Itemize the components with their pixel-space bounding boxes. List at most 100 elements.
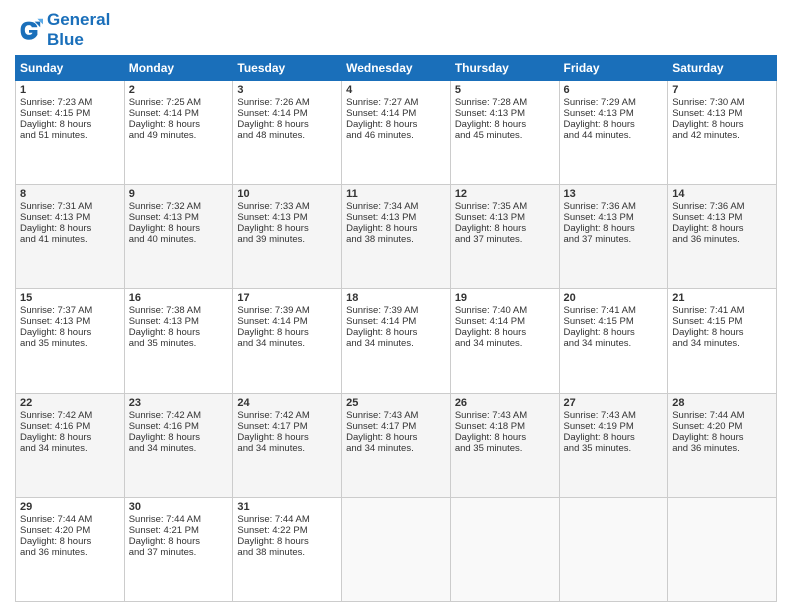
day-info-line: and 46 minutes. [346, 130, 446, 141]
logo-text: General Blue [47, 10, 110, 49]
weekday-header: Tuesday [233, 56, 342, 81]
day-number: 17 [237, 292, 337, 304]
day-info-line: Daylight: 8 hours [672, 327, 772, 338]
day-info-line: Sunset: 4:14 PM [237, 108, 337, 119]
day-info-line: Sunset: 4:14 PM [237, 316, 337, 327]
day-info-line: Sunset: 4:13 PM [129, 212, 229, 223]
day-info-line: and 34 minutes. [564, 338, 664, 349]
day-info-line: Sunset: 4:22 PM [237, 525, 337, 536]
calendar-cell: 22Sunrise: 7:42 AMSunset: 4:16 PMDayligh… [16, 393, 125, 497]
day-number: 4 [346, 84, 446, 96]
calendar-week-row: 15Sunrise: 7:37 AMSunset: 4:13 PM Dayligh… [16, 289, 777, 393]
day-number: 18 [346, 292, 446, 304]
calendar-cell: 31Sunrise: 7:44 AMSunset: 4:22 PMDayligh… [233, 497, 342, 601]
day-number: 6 [564, 84, 664, 96]
day-info-line: Sunset: 4:21 PM [129, 525, 229, 536]
day-info-line: Sunrise: 7:44 AM [672, 410, 772, 421]
calendar-cell: 6Sunrise: 7:29 AMSunset: 4:13 PMDaylight… [559, 81, 668, 185]
day-number: 15 [20, 292, 120, 304]
day-info-line: Daylight: 8 hours [672, 223, 772, 234]
day-info-line: Sunrise: 7:37 AM [20, 305, 120, 316]
day-info-line: Sunrise: 7:33 AM [237, 201, 337, 212]
day-info-line: and 34 minutes. [129, 443, 229, 454]
day-info-line: Sunset: 4:15 PM [20, 108, 120, 119]
day-info-line: Sunrise: 7:44 AM [20, 514, 120, 525]
day-info-line: Sunset: 4:13 PM [20, 316, 120, 327]
day-info-line: Sunset: 4:15 PM [672, 316, 772, 327]
day-info-line: Daylight: 8 hours [346, 223, 446, 234]
calendar-cell: 20Sunrise: 7:41 AMSunset: 4:15 PMDayligh… [559, 289, 668, 393]
day-info-line: Daylight: 8 hours [129, 223, 229, 234]
weekday-header: Saturday [668, 56, 777, 81]
day-info-line: Sunrise: 7:43 AM [346, 410, 446, 421]
day-info-line: Sunrise: 7:43 AM [564, 410, 664, 421]
day-info-line: Sunrise: 7:36 AM [564, 201, 664, 212]
day-number: 9 [129, 188, 229, 200]
day-info-line: Sunset: 4:17 PM [237, 421, 337, 432]
day-info-line: Daylight: 8 hours [564, 119, 664, 130]
day-info-line: Sunset: 4:13 PM [672, 108, 772, 119]
day-number: 25 [346, 397, 446, 409]
calendar-cell: 26Sunrise: 7:43 AMSunset: 4:18 PMDayligh… [450, 393, 559, 497]
calendar-cell: 14Sunrise: 7:36 AMSunset: 4:13 PMDayligh… [668, 185, 777, 289]
day-info-line: and 35 minutes. [20, 338, 120, 349]
logo-text-general: General [47, 10, 110, 29]
logo-icon [15, 16, 43, 44]
day-info-line: Daylight: 8 hours [455, 223, 555, 234]
day-info-line: Sunset: 4:20 PM [20, 525, 120, 536]
day-info-line: Sunrise: 7:40 AM [455, 305, 555, 316]
day-info-line: Daylight: 8 hours [129, 327, 229, 338]
day-number: 13 [564, 188, 664, 200]
day-info-line: Sunset: 4:13 PM [564, 212, 664, 223]
day-info-line: and 35 minutes. [129, 338, 229, 349]
day-number: 20 [564, 292, 664, 304]
day-info-line: Sunrise: 7:36 AM [672, 201, 772, 212]
calendar-cell: 2Sunrise: 7:25 AMSunset: 4:14 PMDaylight… [124, 81, 233, 185]
day-info-line: Sunset: 4:14 PM [346, 316, 446, 327]
calendar-cell: 9Sunrise: 7:32 AMSunset: 4:13 PMDaylight… [124, 185, 233, 289]
day-info-line: Daylight: 8 hours [20, 536, 120, 547]
day-number: 11 [346, 188, 446, 200]
day-info-line: Sunset: 4:18 PM [455, 421, 555, 432]
day-info-line: Sunset: 4:16 PM [20, 421, 120, 432]
day-info-line: Daylight: 8 hours [564, 327, 664, 338]
logo-text-blue: Blue [47, 30, 110, 50]
day-info-line: and 44 minutes. [564, 130, 664, 141]
day-info-line: and 48 minutes. [237, 130, 337, 141]
day-number: 24 [237, 397, 337, 409]
day-info-line: Sunrise: 7:28 AM [455, 97, 555, 108]
day-info-line: and 45 minutes. [455, 130, 555, 141]
day-number: 2 [129, 84, 229, 96]
day-number: 12 [455, 188, 555, 200]
day-info-line: Daylight: 8 hours [20, 119, 120, 130]
day-info-line: Sunrise: 7:34 AM [346, 201, 446, 212]
weekday-header: Sunday [16, 56, 125, 81]
day-info-line: Daylight: 8 hours [20, 432, 120, 443]
calendar-cell [559, 497, 668, 601]
day-info-line: Sunset: 4:16 PM [129, 421, 229, 432]
day-info-line: Sunrise: 7:26 AM [237, 97, 337, 108]
day-info-line: and 34 minutes. [346, 443, 446, 454]
calendar-cell [450, 497, 559, 601]
weekday-header: Wednesday [342, 56, 451, 81]
day-number: 27 [564, 397, 664, 409]
weekday-header: Friday [559, 56, 668, 81]
day-number: 1 [20, 84, 120, 96]
day-info-line: Sunrise: 7:27 AM [346, 97, 446, 108]
day-info-line: and 34 minutes. [672, 338, 772, 349]
day-info-line: Daylight: 8 hours [455, 119, 555, 130]
day-number: 23 [129, 397, 229, 409]
calendar-week-row: 1Sunrise: 7:23 AMSunset: 4:15 PMDaylight… [16, 81, 777, 185]
day-number: 19 [455, 292, 555, 304]
day-info-line: Daylight: 8 hours [129, 119, 229, 130]
day-info-line: Daylight: 8 hours [455, 432, 555, 443]
day-info-line: Sunset: 4:17 PM [346, 421, 446, 432]
day-info-line: Sunrise: 7:44 AM [129, 514, 229, 525]
day-number: 22 [20, 397, 120, 409]
day-number: 21 [672, 292, 772, 304]
day-number: 8 [20, 188, 120, 200]
day-info-line: Sunrise: 7:29 AM [564, 97, 664, 108]
day-info-line: and 35 minutes. [455, 443, 555, 454]
day-info-line: and 37 minutes. [564, 234, 664, 245]
day-info-line: Daylight: 8 hours [564, 432, 664, 443]
